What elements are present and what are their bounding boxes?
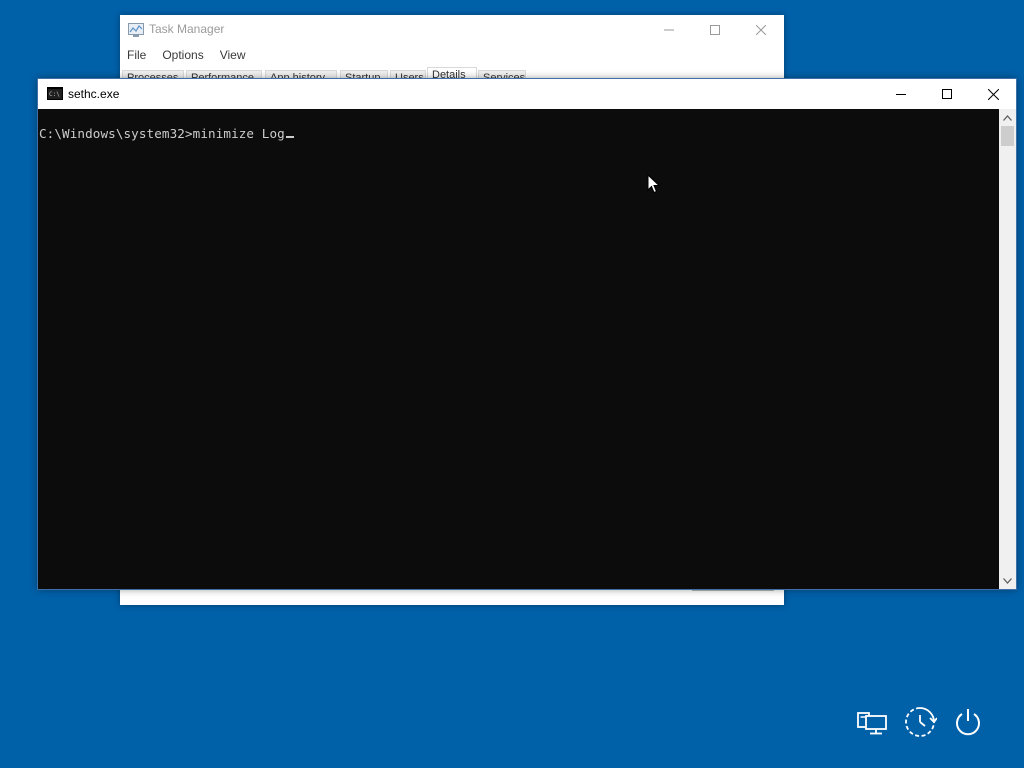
menu-file[interactable]: File bbox=[120, 45, 154, 65]
network-icon bbox=[857, 712, 887, 735]
console-window[interactable]: C:\ sethc.exe C:\Windows\system32>minimi… bbox=[37, 78, 1017, 590]
task-manager-title: Task Manager bbox=[149, 22, 225, 36]
console-prompt: C:\Windows\system32> bbox=[39, 126, 193, 141]
chevron-up-icon bbox=[1003, 114, 1012, 121]
text-cursor bbox=[285, 136, 294, 138]
close-icon bbox=[987, 88, 999, 100]
scroll-thumb[interactable] bbox=[1001, 126, 1014, 146]
chevron-down-icon bbox=[1003, 577, 1012, 584]
task-manager-icon bbox=[128, 23, 144, 37]
console-command-line: C:\Windows\system32>minimize Log bbox=[39, 126, 294, 141]
minimize-icon bbox=[896, 94, 906, 95]
minimize-icon bbox=[664, 29, 674, 31]
mouse-pointer-icon bbox=[647, 174, 661, 194]
menu-options[interactable]: Options bbox=[154, 45, 211, 65]
console-title: sethc.exe bbox=[68, 87, 120, 101]
scroll-down-button[interactable] bbox=[999, 572, 1016, 589]
console-minimize-button[interactable] bbox=[878, 79, 924, 109]
console-close-button[interactable] bbox=[970, 79, 1016, 109]
task-manager-titlebar[interactable]: Task Manager bbox=[120, 15, 784, 45]
ease-of-access-button[interactable] bbox=[902, 704, 938, 740]
maximize-icon bbox=[710, 25, 720, 35]
power-icon bbox=[956, 709, 980, 736]
scroll-up-button[interactable] bbox=[999, 109, 1016, 126]
console-icon: C:\ bbox=[47, 87, 63, 100]
console-scrollbar[interactable] bbox=[999, 109, 1016, 589]
power-button[interactable] bbox=[950, 704, 986, 740]
task-manager-menubar: File Options View bbox=[120, 45, 254, 65]
ease-of-access-icon bbox=[905, 707, 937, 737]
network-button[interactable] bbox=[854, 704, 890, 740]
svg-text:C:\: C:\ bbox=[49, 91, 60, 98]
console-maximize-button[interactable] bbox=[924, 79, 970, 109]
minimize-button[interactable] bbox=[646, 15, 692, 45]
menu-view[interactable]: View bbox=[212, 45, 254, 65]
console-output[interactable]: C:\Windows\system32>minimize Log bbox=[38, 109, 999, 589]
close-icon bbox=[756, 25, 766, 35]
maximize-button[interactable] bbox=[692, 15, 738, 45]
console-command: minimize Log bbox=[192, 126, 285, 141]
console-titlebar[interactable]: C:\ sethc.exe bbox=[38, 79, 1016, 109]
close-button[interactable] bbox=[738, 15, 784, 45]
maximize-icon bbox=[942, 89, 952, 99]
